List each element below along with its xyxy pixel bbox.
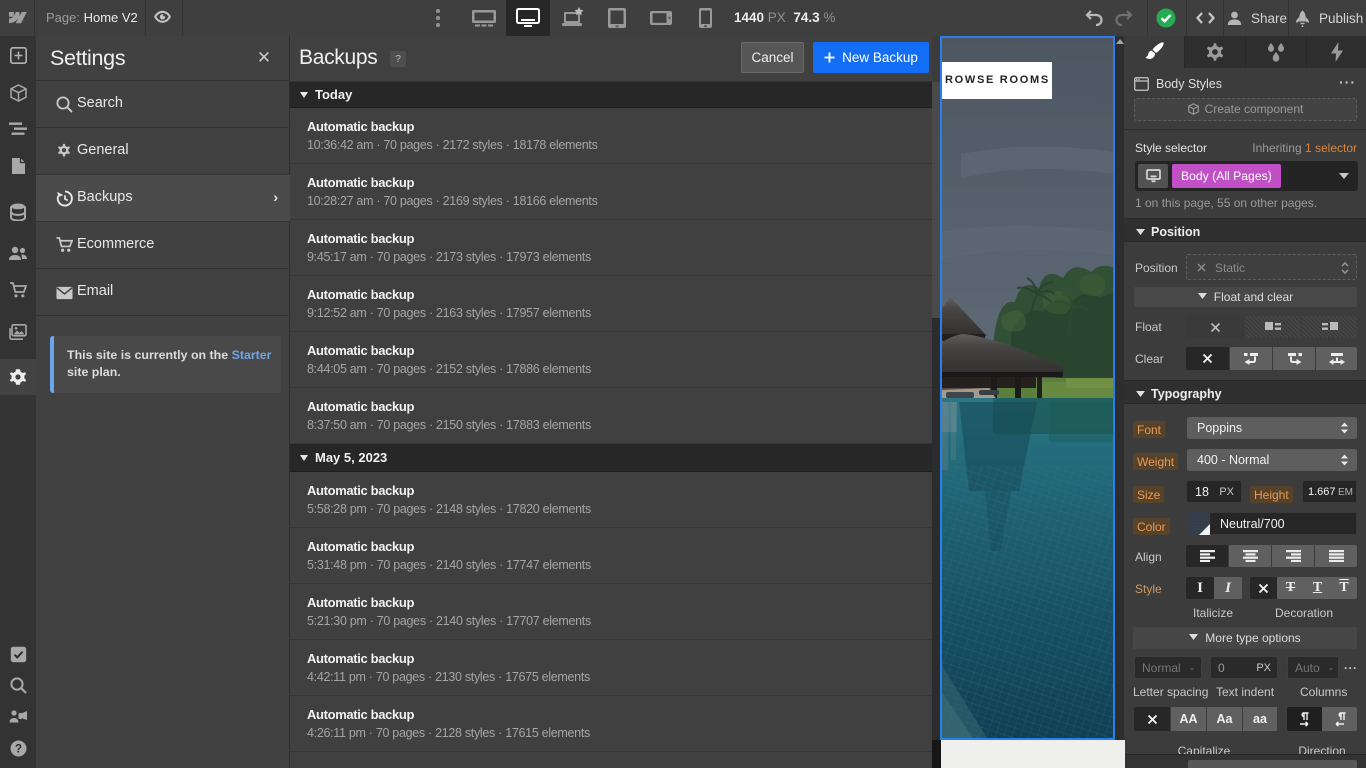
svg-text:?: ?: [14, 743, 21, 755]
